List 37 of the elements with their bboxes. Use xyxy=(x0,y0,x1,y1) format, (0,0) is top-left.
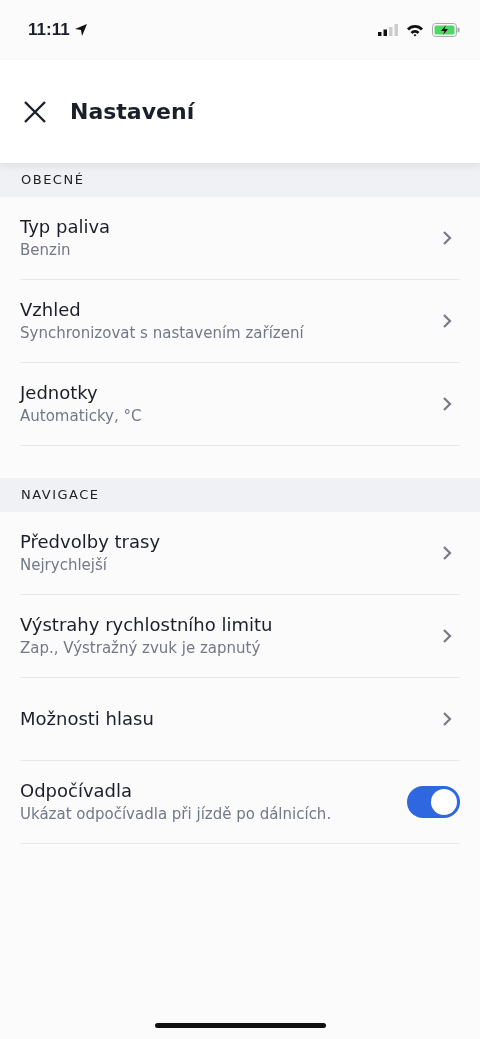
chevron-icon xyxy=(442,396,452,412)
screen-title: Nastavení xyxy=(70,98,195,126)
close-icon xyxy=(22,98,48,125)
settings-row[interactable]: Vzhled Synchronizovat s nastavením zařízení xyxy=(20,280,460,363)
status-time: 11:11 xyxy=(28,19,70,42)
battery-icon xyxy=(432,23,460,37)
setting-label: Odpočívadla xyxy=(20,779,134,804)
section-title: OBECNÉ xyxy=(21,171,85,190)
setting-value: Synchronizovat s nastavením zařízení xyxy=(20,322,304,344)
settings-row[interactable]: Typ paliva Benzin xyxy=(20,197,460,280)
settings-row[interactable]: Možnosti hlasu xyxy=(20,678,460,761)
chevron-icon xyxy=(442,230,452,246)
location-icon xyxy=(73,23,88,37)
setting-label: Výstrahy rychlostního limitu xyxy=(20,613,273,638)
setting-value: Benzin xyxy=(20,239,72,261)
setting-label: Vzhled xyxy=(20,298,82,323)
settings-row[interactable]: Výstrahy rychlostního limitu Zap., Výstražný zvuk je zapnutý xyxy=(20,595,460,678)
chevron-icon xyxy=(442,628,452,644)
setting-label: Typ paliva xyxy=(20,215,111,240)
signal-icon xyxy=(378,24,398,36)
settings-row[interactable]: Odpočívadla Ukázat odpočívadla při jízdě po dálnicích. xyxy=(20,761,460,844)
close-button[interactable] xyxy=(22,98,48,125)
section-title: NAVIGACE xyxy=(21,486,100,505)
wifi-icon xyxy=(406,23,424,37)
settings-row[interactable]: Jednotky Automaticky, °C xyxy=(20,363,460,446)
settings-row[interactable]: Předvolby trasy Nejrychlejší xyxy=(20,512,460,595)
toggle-switch[interactable] xyxy=(407,786,460,818)
setting-label: Jednotky xyxy=(20,381,99,406)
chevron-icon xyxy=(442,313,452,329)
setting-value: Ukázat odpočívadla při jízdě po dálnicích. xyxy=(20,803,332,825)
setting-label: Předvolby trasy xyxy=(20,530,161,555)
setting-label: Možnosti hlasu xyxy=(20,706,154,731)
setting-value: Nejrychlejší xyxy=(20,554,108,576)
setting-value: Automaticky, °C xyxy=(20,405,142,427)
chevron-icon xyxy=(442,545,452,561)
chevron-icon xyxy=(442,711,452,727)
setting-value: Zap., Výstražný zvuk je zapnutý xyxy=(20,637,262,659)
